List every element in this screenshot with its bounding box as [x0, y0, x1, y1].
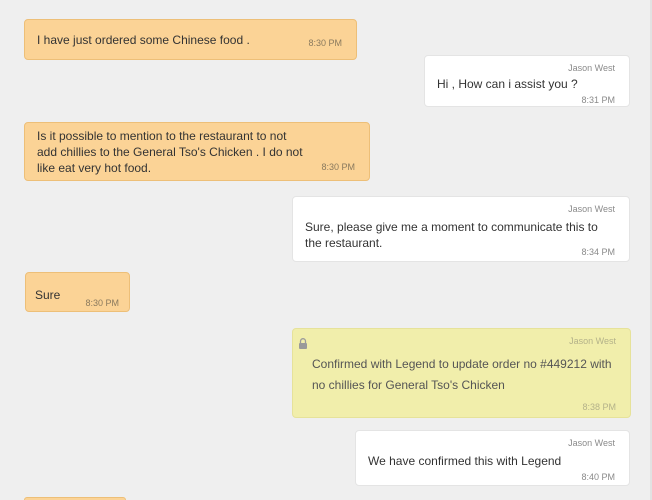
- sender-name: Jason West: [568, 63, 615, 73]
- internal-note-message: Jason West Confirmed with Legend to upda…: [292, 328, 631, 418]
- message-time: 8:34 PM: [581, 247, 615, 257]
- sender-name: Jason West: [569, 336, 616, 346]
- message-time: 8:40 PM: [581, 472, 615, 482]
- customer-message: I have just ordered some Chinese food . …: [24, 19, 357, 60]
- message-text: Confirmed with Legend to update order no…: [312, 357, 612, 392]
- agent-message: Jason West Sure, please give me a moment…: [292, 196, 630, 262]
- customer-message: Sure 8:30 PM: [25, 272, 130, 312]
- message-time: 8:30 PM: [85, 298, 119, 308]
- message-time: 8:31 PM: [581, 95, 615, 105]
- message-text: Is it possible to mention to the restaur…: [37, 129, 303, 175]
- lock-icon: [299, 338, 307, 349]
- message-text: Hi , How can i assist you ?: [437, 77, 578, 91]
- agent-message: Jason West Hi , How can i assist you ? 8…: [424, 55, 630, 107]
- customer-message: Is it possible to mention to the restaur…: [24, 122, 370, 181]
- message-time: 8:38 PM: [582, 402, 616, 412]
- message-text: I have just ordered some Chinese food .: [37, 33, 250, 47]
- message-text: We have confirmed this with Legend: [368, 454, 562, 468]
- message-time: 8:30 PM: [321, 162, 355, 172]
- sender-name: Jason West: [568, 438, 615, 448]
- agent-message: Jason West We have confirmed this with L…: [355, 430, 630, 486]
- sender-name: Jason West: [568, 204, 615, 214]
- message-time: 8:30 PM: [308, 38, 342, 48]
- message-text: Sure: [35, 288, 61, 302]
- chat-thread: I have just ordered some Chinese food . …: [0, 0, 652, 500]
- message-text: Sure, please give me a moment to communi…: [305, 220, 598, 250]
